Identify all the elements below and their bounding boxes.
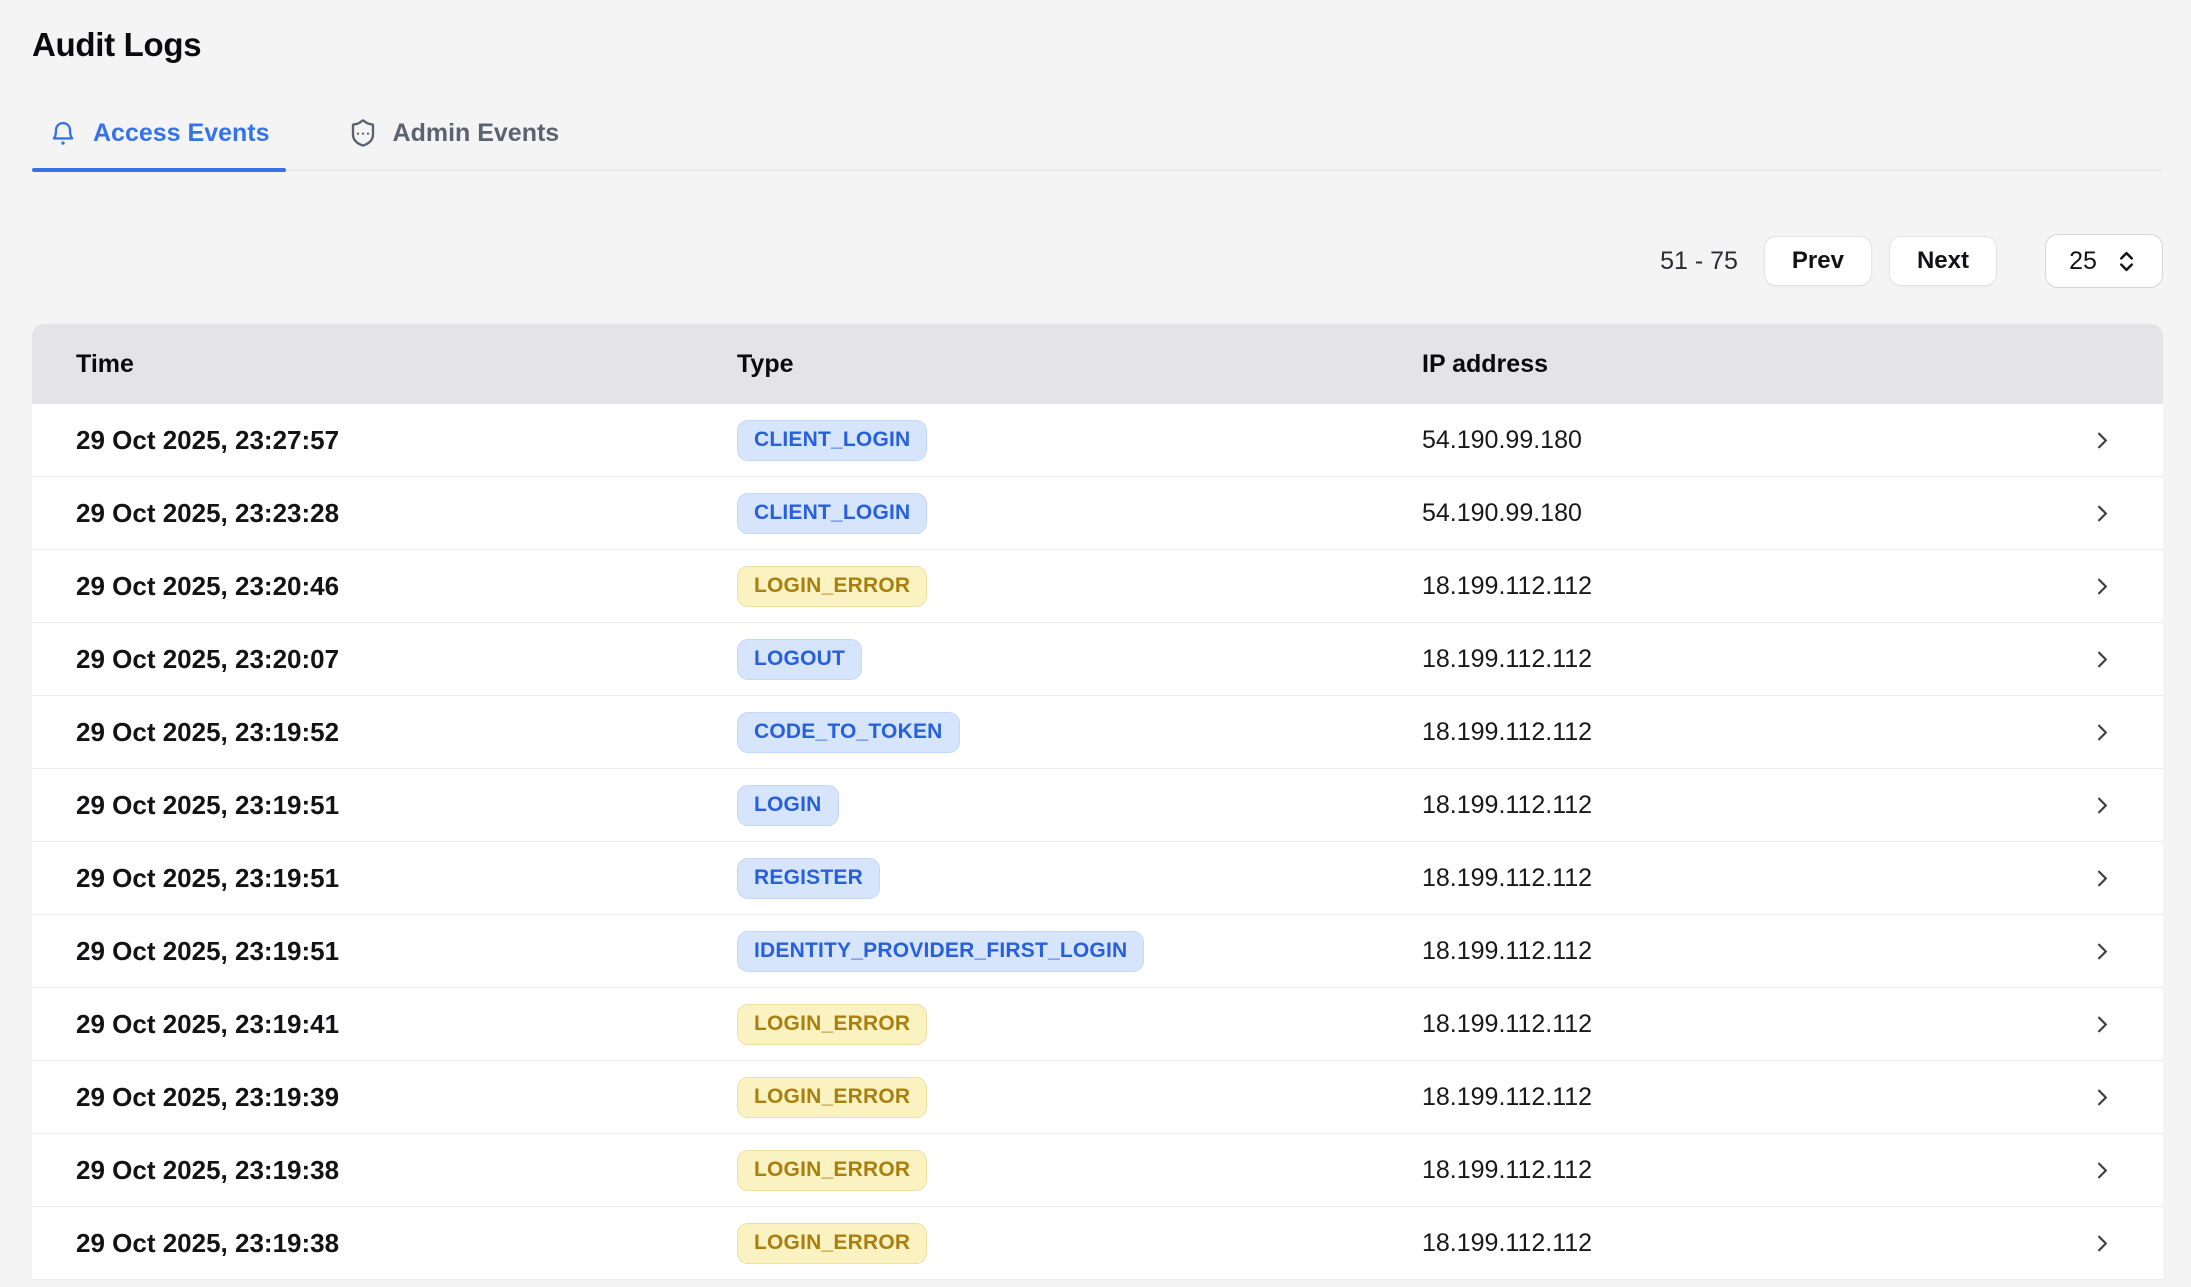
- audit-logs-page: Audit Logs Access Events Admin Events 51…: [0, 26, 2191, 1280]
- next-button[interactable]: Next: [1889, 236, 1997, 286]
- pagination-range: 51 - 75: [1660, 247, 1738, 276]
- table-row[interactable]: 29 Oct 2025, 23:19:38 LOGIN_ERROR 18.199…: [32, 1207, 2163, 1280]
- chevron-right-icon: [2077, 1084, 2127, 1111]
- tabs-bar: Access Events Admin Events: [32, 118, 2163, 171]
- event-type-badge: CLIENT_LOGIN: [737, 493, 927, 534]
- type-cell: LOGIN_ERROR: [737, 1150, 1422, 1191]
- type-cell: LOGIN: [737, 785, 1422, 826]
- event-type-badge: LOGIN: [737, 785, 839, 826]
- time-cell: 29 Oct 2025, 23:19:41: [76, 1009, 737, 1040]
- event-type-badge: LOGIN_ERROR: [737, 1004, 927, 1045]
- bell-icon: [48, 118, 78, 148]
- time-cell: 29 Oct 2025, 23:19:38: [76, 1228, 737, 1259]
- tab-label: Access Events: [93, 119, 270, 148]
- table-row[interactable]: 29 Oct 2025, 23:19:51 LOGIN 18.199.112.1…: [32, 769, 2163, 842]
- page-size-value: 25: [2069, 247, 2097, 276]
- ip-cell: 18.199.112.112: [1422, 645, 2077, 674]
- event-type-badge: LOGIN_ERROR: [737, 566, 927, 607]
- ip-cell: 18.199.112.112: [1422, 572, 2077, 601]
- table-row[interactable]: 29 Oct 2025, 23:19:39 LOGIN_ERROR 18.199…: [32, 1061, 2163, 1134]
- event-type-badge: CODE_TO_TOKEN: [737, 712, 960, 753]
- tab-access-events[interactable]: Access Events: [32, 118, 286, 170]
- time-cell: 29 Oct 2025, 23:20:46: [76, 571, 737, 602]
- chevron-right-icon: [2077, 938, 2127, 965]
- ip-cell: 18.199.112.112: [1422, 791, 2077, 820]
- event-type-badge: LOGIN_ERROR: [737, 1150, 927, 1191]
- type-cell: LOGIN_ERROR: [737, 1004, 1422, 1045]
- ip-cell: 18.199.112.112: [1422, 864, 2077, 893]
- type-cell: CODE_TO_TOKEN: [737, 712, 1422, 753]
- time-cell: 29 Oct 2025, 23:19:52: [76, 717, 737, 748]
- time-cell: 29 Oct 2025, 23:27:57: [76, 425, 737, 456]
- type-cell: CLIENT_LOGIN: [737, 420, 1422, 461]
- time-cell: 29 Oct 2025, 23:20:07: [76, 644, 737, 675]
- chevron-right-icon: [2077, 573, 2127, 600]
- column-header-time: Time: [76, 350, 737, 379]
- page-title: Audit Logs: [32, 26, 2163, 64]
- table-body: 29 Oct 2025, 23:27:57 CLIENT_LOGIN 54.19…: [32, 404, 2163, 1280]
- chevron-right-icon: [2077, 1011, 2127, 1038]
- table-header-row: Time Type IP address: [32, 324, 2163, 404]
- tab-admin-events[interactable]: Admin Events: [332, 118, 576, 170]
- column-header-ip: IP address: [1422, 350, 2077, 379]
- chevron-right-icon: [2077, 719, 2127, 746]
- shield-ellipsis-icon: [348, 118, 378, 148]
- type-cell: LOGIN_ERROR: [737, 1077, 1422, 1118]
- time-cell: 29 Oct 2025, 23:23:28: [76, 498, 737, 529]
- type-cell: CLIENT_LOGIN: [737, 493, 1422, 534]
- chevron-right-icon: [2077, 1230, 2127, 1257]
- type-cell: LOGOUT: [737, 639, 1422, 680]
- ip-cell: 54.190.99.180: [1422, 426, 2077, 455]
- type-cell: LOGIN_ERROR: [737, 1223, 1422, 1264]
- type-cell: IDENTITY_PROVIDER_FIRST_LOGIN: [737, 931, 1422, 972]
- time-cell: 29 Oct 2025, 23:19:51: [76, 863, 737, 894]
- time-cell: 29 Oct 2025, 23:19:51: [76, 936, 737, 967]
- ip-cell: 18.199.112.112: [1422, 718, 2077, 747]
- ip-cell: 54.190.99.180: [1422, 499, 2077, 528]
- audit-events-table: Time Type IP address 29 Oct 2025, 23:27:…: [32, 324, 2163, 1280]
- event-type-badge: LOGIN_ERROR: [737, 1223, 927, 1264]
- chevron-right-icon: [2077, 865, 2127, 892]
- tab-label: Admin Events: [393, 119, 560, 148]
- pagination-toolbar: 51 - 75 Prev Next 25: [32, 234, 2163, 288]
- table-row[interactable]: 29 Oct 2025, 23:20:07 LOGOUT 18.199.112.…: [32, 623, 2163, 696]
- ip-cell: 18.199.112.112: [1422, 937, 2077, 966]
- type-cell: REGISTER: [737, 858, 1422, 899]
- table-row[interactable]: 29 Oct 2025, 23:19:41 LOGIN_ERROR 18.199…: [32, 988, 2163, 1061]
- chevron-right-icon: [2077, 646, 2127, 673]
- chevron-right-icon: [2077, 1157, 2127, 1184]
- chevron-right-icon: [2077, 792, 2127, 819]
- ip-cell: 18.199.112.112: [1422, 1229, 2077, 1258]
- table-row[interactable]: 29 Oct 2025, 23:19:38 LOGIN_ERROR 18.199…: [32, 1134, 2163, 1207]
- table-row[interactable]: 29 Oct 2025, 23:20:46 LOGIN_ERROR 18.199…: [32, 550, 2163, 623]
- event-type-badge: IDENTITY_PROVIDER_FIRST_LOGIN: [737, 931, 1144, 972]
- column-header-type: Type: [737, 350, 1422, 379]
- chevron-right-icon: [2077, 500, 2127, 527]
- chevrons-up-down-icon: [2114, 249, 2139, 274]
- type-cell: LOGIN_ERROR: [737, 566, 1422, 607]
- ip-cell: 18.199.112.112: [1422, 1083, 2077, 1112]
- table-row[interactable]: 29 Oct 2025, 23:19:51 REGISTER 18.199.11…: [32, 842, 2163, 915]
- time-cell: 29 Oct 2025, 23:19:51: [76, 790, 737, 821]
- table-row[interactable]: 29 Oct 2025, 23:23:28 CLIENT_LOGIN 54.19…: [32, 477, 2163, 550]
- ip-cell: 18.199.112.112: [1422, 1156, 2077, 1185]
- table-row[interactable]: 29 Oct 2025, 23:19:52 CODE_TO_TOKEN 18.1…: [32, 696, 2163, 769]
- table-row[interactable]: 29 Oct 2025, 23:27:57 CLIENT_LOGIN 54.19…: [32, 404, 2163, 477]
- table-row[interactable]: 29 Oct 2025, 23:19:51 IDENTITY_PROVIDER_…: [32, 915, 2163, 988]
- prev-button[interactable]: Prev: [1764, 236, 1872, 286]
- event-type-badge: REGISTER: [737, 858, 880, 899]
- chevron-right-icon: [2077, 427, 2127, 454]
- event-type-badge: LOGOUT: [737, 639, 862, 680]
- ip-cell: 18.199.112.112: [1422, 1010, 2077, 1039]
- event-type-badge: LOGIN_ERROR: [737, 1077, 927, 1118]
- time-cell: 29 Oct 2025, 23:19:39: [76, 1082, 737, 1113]
- event-type-badge: CLIENT_LOGIN: [737, 420, 927, 461]
- page-size-select[interactable]: 25: [2045, 234, 2163, 288]
- time-cell: 29 Oct 2025, 23:19:38: [76, 1155, 737, 1186]
